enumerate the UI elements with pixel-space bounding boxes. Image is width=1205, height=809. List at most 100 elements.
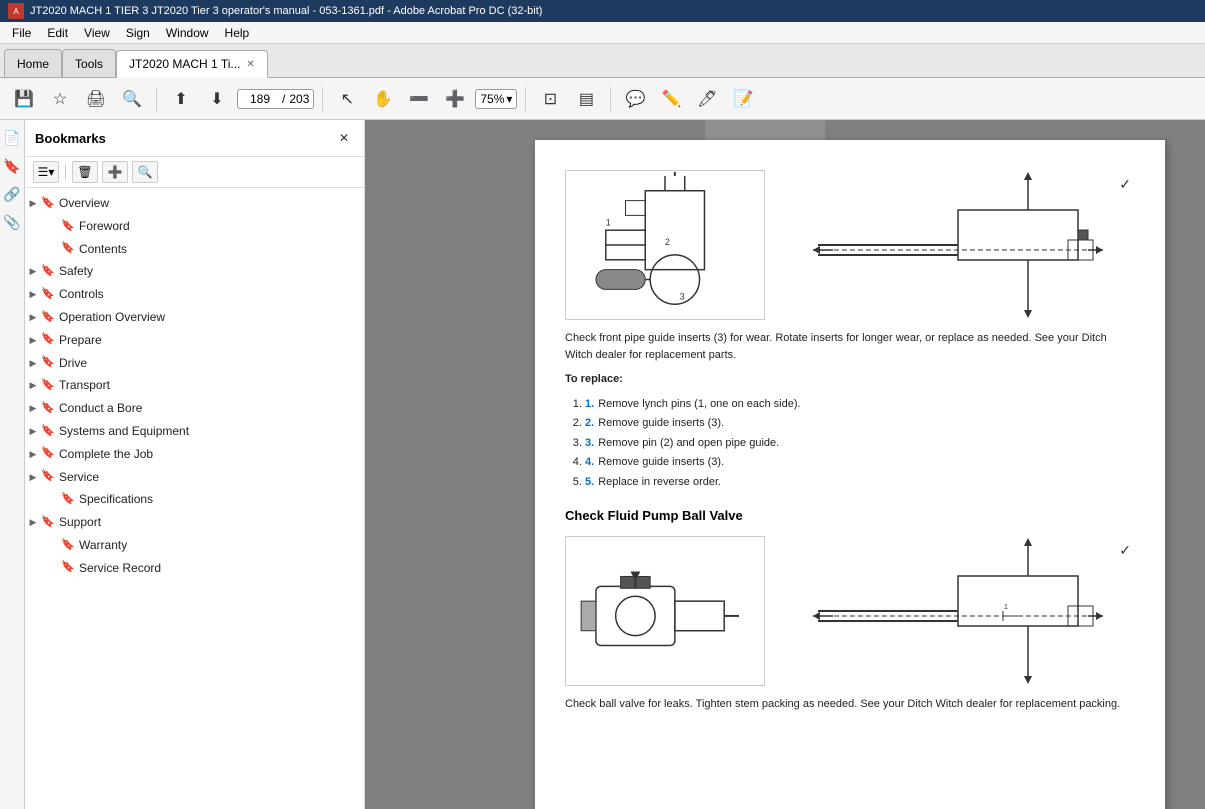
- diagram-row-1: 1 2 3 ✓: [565, 170, 1135, 320]
- step-num: 3.: [585, 437, 594, 449]
- tab-close-icon[interactable]: ✕: [246, 59, 254, 70]
- bookmark-label: Support: [59, 514, 101, 531]
- bookmark-item-operation-overview[interactable]: ▶ 🔖 Operation Overview: [25, 306, 364, 329]
- cursor-tool-button[interactable]: ↖: [331, 83, 363, 115]
- bookmark-item-transport[interactable]: ▶ 🔖 Transport: [25, 374, 364, 397]
- step-num: 4.: [585, 456, 594, 468]
- save-button[interactable]: 💾: [8, 83, 40, 115]
- bookmarks-toolbar: ☰▾ 🗑 ➕ 🔍: [25, 157, 364, 188]
- step-text: Replace in reverse order.: [598, 476, 721, 488]
- bookmark-label: Controls: [59, 286, 104, 303]
- page-area[interactable]: 1 2 3 ✓: [365, 120, 1205, 809]
- bookmark-item-complete-job[interactable]: ▶ 🔖 Complete the Job: [25, 443, 364, 466]
- bookmark-item-systems-equipment[interactable]: ▶ 🔖 Systems and Equipment: [25, 420, 364, 443]
- diagram-right-1: ✓: [781, 170, 1135, 320]
- step-text: Remove guide inserts (3).: [598, 417, 724, 429]
- diagram-right-2: ✓: [781, 536, 1135, 686]
- bookmark-icon: 🔖: [41, 356, 55, 370]
- tab-doc[interactable]: JT2020 MACH 1 Ti... ✕: [116, 50, 268, 78]
- bookmark-icon: 🔖: [61, 493, 75, 507]
- window-title: JT2020 MACH 1 TIER 3 JT2020 Tier 3 opera…: [30, 5, 542, 17]
- svg-text:3: 3: [680, 291, 685, 301]
- bookmark-item-contents[interactable]: 🔖 Contents: [25, 238, 364, 261]
- bookmark-item-controls[interactable]: ▶ 🔖 Controls: [25, 283, 364, 306]
- print-button[interactable]: 🖨: [80, 83, 112, 115]
- bookmarks-tree: ▶ 🔖 Overview 🔖 Foreword 🔖 Contents ▶ 🔖 S: [25, 188, 364, 809]
- menu-view[interactable]: View: [76, 24, 118, 42]
- menu-edit[interactable]: Edit: [39, 24, 76, 42]
- diagram-box-1: 1 2 3: [565, 170, 765, 320]
- search-button[interactable]: 🔍: [116, 83, 148, 115]
- bookmark-item-service[interactable]: ▶ 🔖 Service: [25, 466, 364, 489]
- bookmark-icon: 🔖: [41, 288, 55, 302]
- bookmark-item-drive[interactable]: ▶ 🔖 Drive: [25, 352, 364, 375]
- left-panel: 📄 🔖 🔗 📎: [0, 120, 25, 809]
- to-replace-label: To replace:: [565, 371, 1135, 388]
- bookmark-icon: 🔖: [41, 470, 55, 484]
- machine-side-diagram-svg: [781, 170, 1135, 320]
- bookmark-item-support[interactable]: ▶ 🔖 Support: [25, 511, 364, 534]
- find-bookmark-button[interactable]: 🔍: [132, 161, 158, 183]
- bookmark-item-specifications[interactable]: 🔖 Specifications: [25, 488, 364, 511]
- bookmark-label: Systems and Equipment: [59, 423, 189, 440]
- menu-help[interactable]: Help: [217, 24, 258, 42]
- bookmark-menu-button[interactable]: ☰▾: [33, 161, 59, 183]
- tab-home-label: Home: [17, 57, 49, 71]
- bookmark-item-overview[interactable]: ▶ 🔖 Overview: [25, 192, 364, 215]
- bookmark-item-conduct-bore[interactable]: ▶ 🔖 Conduct a Bore: [25, 397, 364, 420]
- two-page-button[interactable]: ▤: [570, 83, 602, 115]
- bookmarks-header: Bookmarks ✕: [25, 120, 364, 157]
- toolbar: 💾 ☆ 🖨 🔍 ⬆ ⬇ / 203 ↖ ✋ ➖ ➕ 75% ▾ ⊡ ▤ 💬 ✏️…: [0, 78, 1205, 120]
- add-bookmark-button[interactable]: ➕: [102, 161, 128, 183]
- pump-diagram-svg: [566, 537, 764, 685]
- expand-icon: ▶: [25, 469, 41, 485]
- menu-file[interactable]: File: [4, 24, 39, 42]
- comment-button[interactable]: 💬: [619, 83, 651, 115]
- fit-page-button[interactable]: ⊡: [534, 83, 566, 115]
- step-2: 2.Remove guide inserts (3).: [585, 415, 1135, 432]
- machine-diagram-svg: 1 2 3: [566, 171, 764, 319]
- sidebar-attach-icon[interactable]: 📎: [2, 212, 22, 232]
- bookmark-label: Service: [59, 469, 99, 486]
- sign-button[interactable]: 📝: [727, 83, 759, 115]
- bookmark-item-safety[interactable]: ▶ 🔖 Safety: [25, 260, 364, 283]
- pan-tool-button[interactable]: ✋: [367, 83, 399, 115]
- diagram-row-2: ✓: [565, 536, 1135, 686]
- bookmark-item-foreword[interactable]: 🔖 Foreword: [25, 215, 364, 238]
- tab-tools[interactable]: Tools: [62, 49, 116, 77]
- bookmark-label: Overview: [59, 195, 109, 212]
- zoom-out-button[interactable]: ➖: [403, 83, 435, 115]
- prev-page-button[interactable]: ⬆: [165, 83, 197, 115]
- separator-3: [525, 87, 526, 111]
- pen-button[interactable]: 🖊: [691, 83, 723, 115]
- bookmark-icon: 🔖: [41, 310, 55, 324]
- bookmark-icon: 🔖: [61, 538, 75, 552]
- zoom-select[interactable]: 75% ▾: [475, 89, 517, 109]
- diagram-box-2: [565, 536, 765, 686]
- close-bookmarks-button[interactable]: ✕: [334, 128, 354, 148]
- tab-home[interactable]: Home: [4, 49, 62, 77]
- menu-sign[interactable]: Sign: [118, 24, 158, 42]
- sidebar-page-icon[interactable]: 📄: [2, 128, 22, 148]
- bookmark-item-service-record[interactable]: 🔖 Service Record: [25, 557, 364, 580]
- zoom-value: 75%: [480, 92, 504, 106]
- zoom-in-button[interactable]: ➕: [439, 83, 471, 115]
- bookmark-icon: 🔖: [41, 447, 55, 461]
- page-number-input[interactable]: [242, 92, 278, 106]
- bookmark-button[interactable]: ☆: [44, 83, 76, 115]
- title-bar: A JT2020 MACH 1 TIER 3 JT2020 Tier 3 ope…: [0, 0, 1205, 22]
- menu-window[interactable]: Window: [158, 24, 217, 42]
- expand-icon: ▶: [25, 401, 41, 417]
- sidebar-bookmark-icon[interactable]: 🔖: [2, 156, 22, 176]
- menu-bar: File Edit View Sign Window Help: [0, 22, 1205, 44]
- highlight-button[interactable]: ✏️: [655, 83, 687, 115]
- expand-icon: ▶: [25, 423, 41, 439]
- bookmark-item-prepare[interactable]: ▶ 🔖 Prepare: [25, 329, 364, 352]
- bookmark-item-warranty[interactable]: 🔖 Warranty: [25, 534, 364, 557]
- expand-icon: ▶: [25, 309, 41, 325]
- delete-bookmark-button[interactable]: 🗑: [72, 161, 98, 183]
- bookmark-icon: 🔖: [41, 379, 55, 393]
- sidebar-link-icon[interactable]: 🔗: [2, 184, 22, 204]
- step-4: 4.Remove guide inserts (3).: [585, 454, 1135, 471]
- next-page-button[interactable]: ⬇: [201, 83, 233, 115]
